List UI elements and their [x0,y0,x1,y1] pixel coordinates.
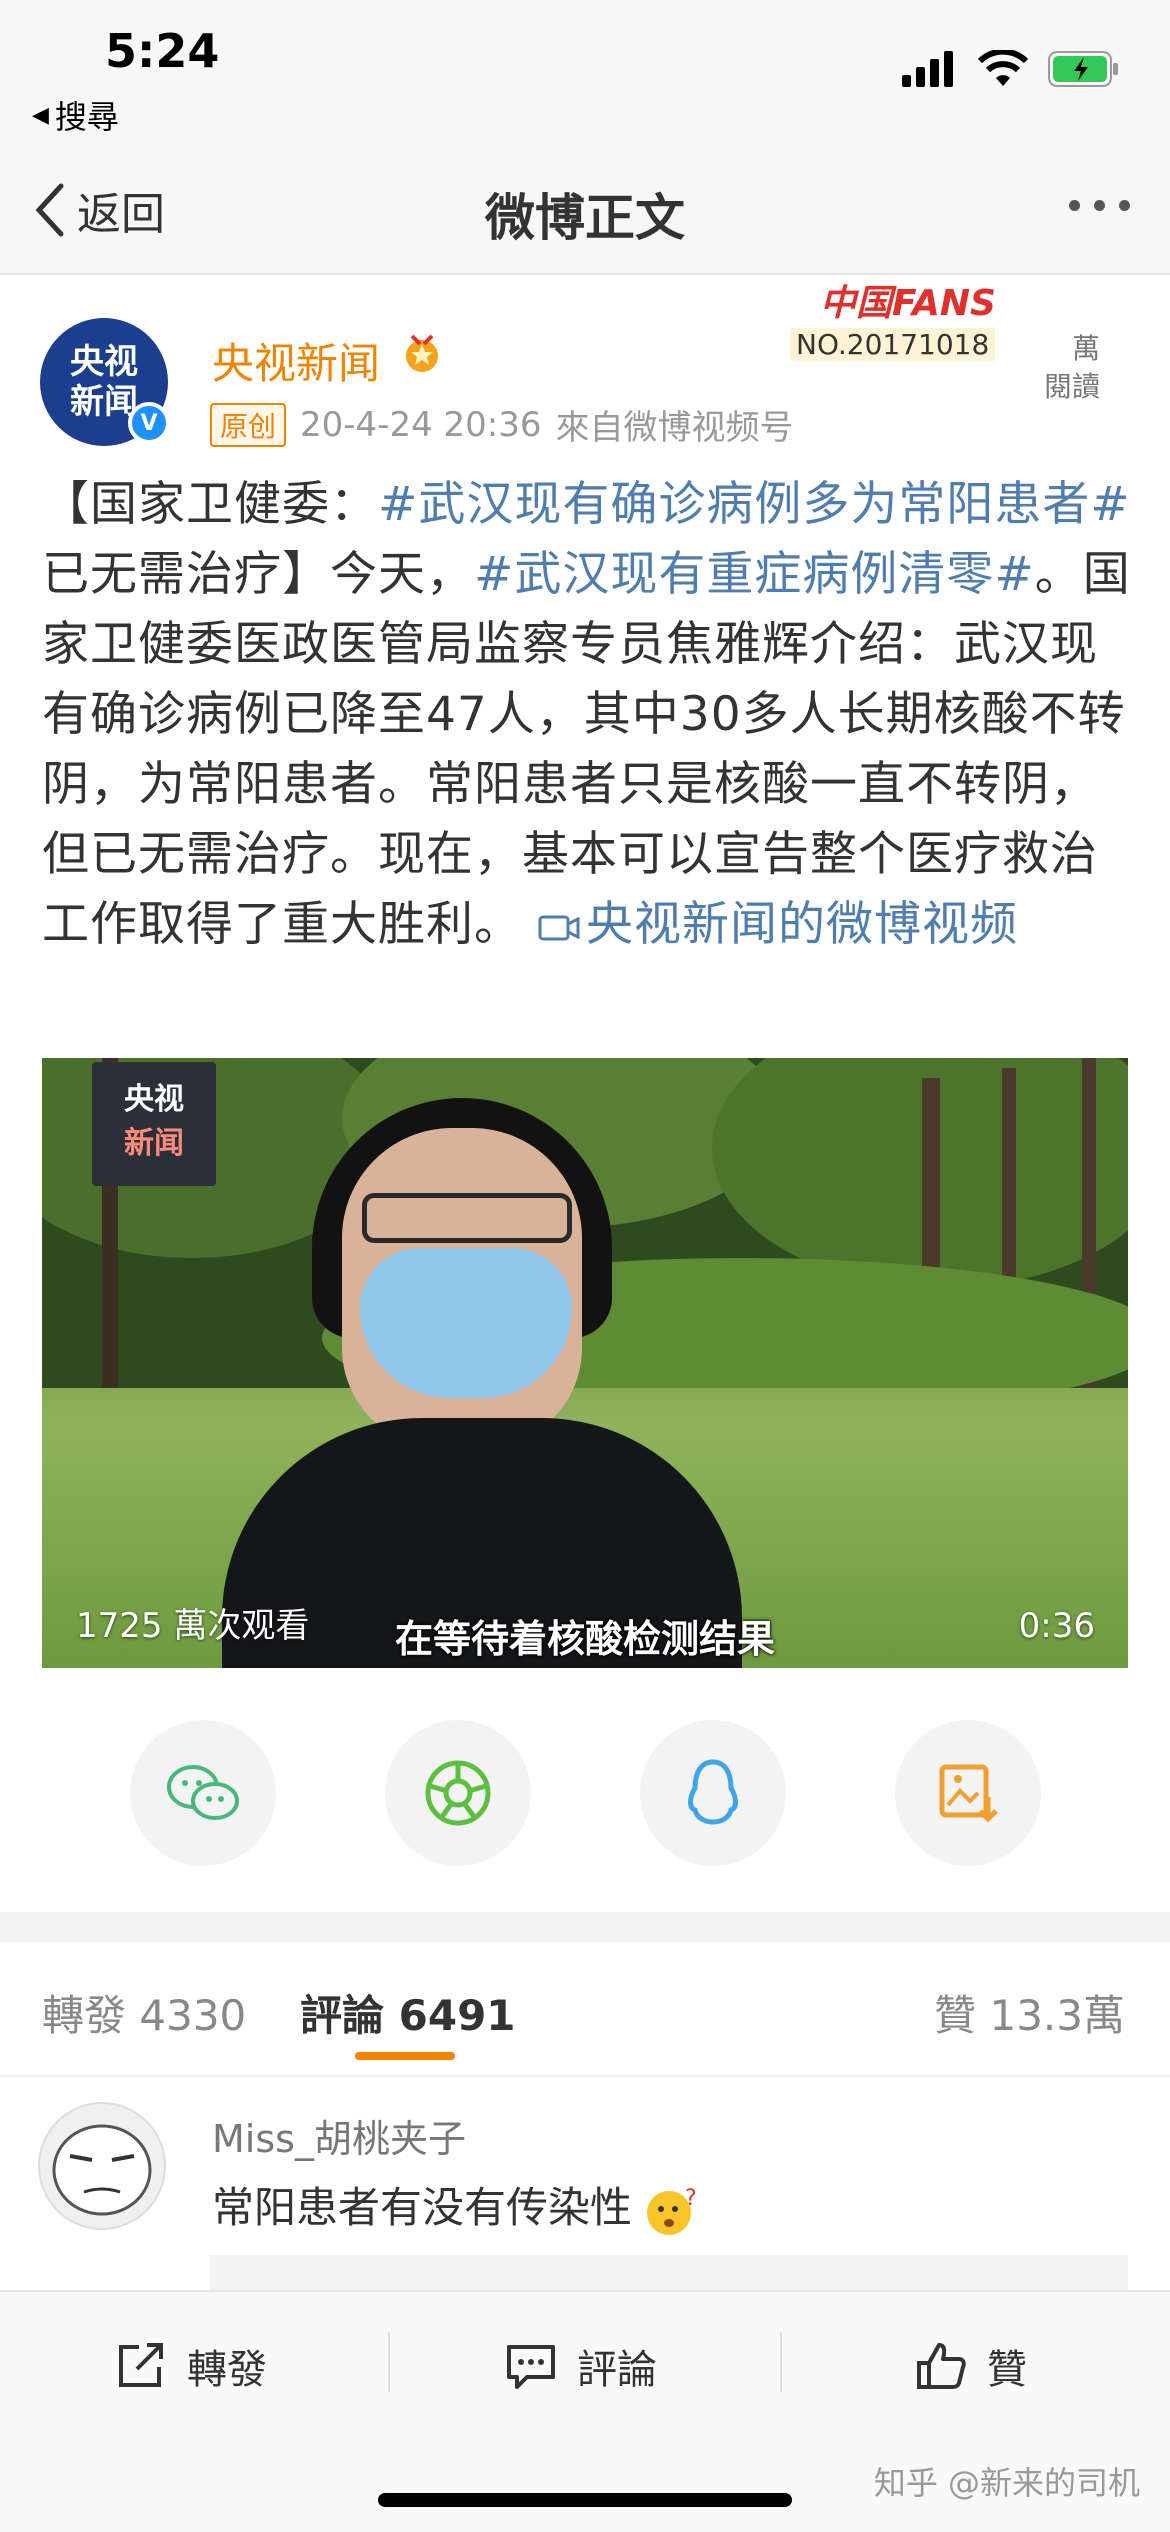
nav-bar: 返回 微博正文 [0,150,1170,275]
separator [780,2332,782,2392]
status-bar: 5:24 ◀ 搜尋 [0,0,1170,150]
tab-reposts[interactable]: 轉發 4330 [42,1982,246,2043]
avatar-face-icon [52,2124,152,2216]
tab-comments-label: 評論 [300,1991,385,2040]
video-channel-logo: 央视 新闻 [92,1062,216,1186]
commenter-avatar[interactable] [38,2102,166,2230]
like-button[interactable]: 贊 [915,2337,1027,2395]
original-tag: 原创 [210,402,287,447]
more-dot-icon [1069,200,1080,211]
verified-badge-icon: V [128,402,170,444]
tab-reposts-label: 轉發 [42,1991,127,2040]
repost-icon [119,2343,163,2387]
post-timestamp: 20-4-24 20:36 [300,404,542,445]
status-icons [902,50,1120,88]
read-count: 萬 閱讀 [1000,330,1100,406]
post-text-part: 已无需治疗】今天， [42,547,474,602]
read-count-label: 閱讀 [1043,370,1100,403]
post-text-part: 【国家卫健委： [42,477,378,532]
comment-text: 常阳患者有没有传染性 ? [212,2174,701,2237]
repost-button[interactable]: 轉發 [115,2337,267,2395]
like-label: 贊 [987,2347,1027,2393]
commenter-name[interactable]: Miss_胡桃夹子 [212,2108,466,2163]
battery-icon [1048,51,1118,87]
more-button[interactable] [1069,200,1130,211]
tab-likes[interactable]: 贊 13.3萬 [934,1982,1125,2043]
svg-text:?: ? [685,2186,697,2211]
comment-icon [507,2345,555,2389]
comment-body: 常阳患者有没有传染性 [212,2183,633,2232]
thinking-emoji-icon: ? [647,2186,697,2235]
share-wechat-button[interactable] [130,1720,276,1866]
read-count-value: 萬 [1071,332,1100,365]
video-person-mask [360,1248,572,1398]
video-link-label: 央视新闻的微博视频 [585,897,1018,952]
video-logo-line1: 央视 [124,1082,184,1117]
post-meta: 原创 20-4-24 20:36 來自微博视频号 [210,400,794,449]
video-duration: 0:36 [1018,1606,1095,1646]
separator [388,2332,390,2392]
comment-label: 評論 [577,2347,657,2393]
author-name[interactable]: 央视新闻 [212,330,380,391]
wechat-icon [167,1765,239,1820]
source-name: 微博视频号 [623,408,794,448]
back-to-app[interactable]: ◀ 搜尋 [32,92,119,138]
back-app-label: 搜尋 [54,98,119,136]
topic-link[interactable]: #武汉现有重症病例清零# [474,547,1035,602]
video-subtitle: 在等待着核酸检测结果 [394,1617,775,1661]
wifi-icon [978,50,1028,86]
video-logo-line2: 新闻 [124,1126,184,1161]
video-person-glasses [362,1193,572,1243]
fans-badge-number: NO.20171018 [790,328,996,361]
share-qq-button[interactable] [640,1720,786,1866]
medal-icon [406,334,438,372]
tab-comments[interactable]: 評論 6491 [300,1982,516,2043]
post-text-part: 。国家卫健委医政医管局监察专员焦雅辉介绍：武汉现有确诊病例已降至47人，其中30… [42,547,1131,952]
tab-reposts-count: 4330 [139,1991,247,2040]
moments-icon [425,1760,491,1826]
repost-label: 轉發 [187,2347,267,2393]
status-time: 5:24 [105,24,220,78]
post-body: 【国家卫健委：#武汉现有确诊病例多为常阳患者# 已无需治疗】今天，#武汉现有重症… [42,470,1132,960]
comment-button[interactable]: 評論 [505,2337,657,2395]
active-tab-indicator [355,2052,455,2060]
post-source: 來自微博视频号 [556,400,794,449]
tab-comments-count: 6491 [398,1991,516,2040]
section-divider [0,1912,1170,1942]
source-prefix: 來自 [555,408,624,448]
tab-likes-label: 贊 [934,1991,977,2040]
qq-icon [688,1759,738,1825]
thumbs-up-icon [917,2343,966,2389]
page-title: 微博正文 [485,189,685,247]
save-image-icon [939,1764,998,1823]
video-link[interactable]: 央视新闻的微博视频 [538,897,1018,952]
more-dot-icon [1119,200,1130,211]
share-row [0,1720,1170,1870]
save-image-button[interactable] [895,1720,1041,1866]
share-moments-button[interactable] [385,1720,531,1866]
back-triangle-icon: ◀ [32,102,49,128]
tab-likes-count: 13.3萬 [989,1991,1125,2040]
watermark: 知乎 @新来的司机 [873,2464,1140,2502]
signal-icon [902,51,953,87]
topic-link[interactable]: #武汉现有确诊病例多为常阳患者# [378,477,1131,532]
home-indicator[interactable] [378,2493,792,2507]
fans-badge-title: 中国FANS [820,283,996,324]
video-link-icon [538,915,580,940]
interaction-tabs: 轉發 4330 評論 6491 贊 13.3萬 [0,1942,1170,2077]
more-dot-icon [1094,200,1105,211]
